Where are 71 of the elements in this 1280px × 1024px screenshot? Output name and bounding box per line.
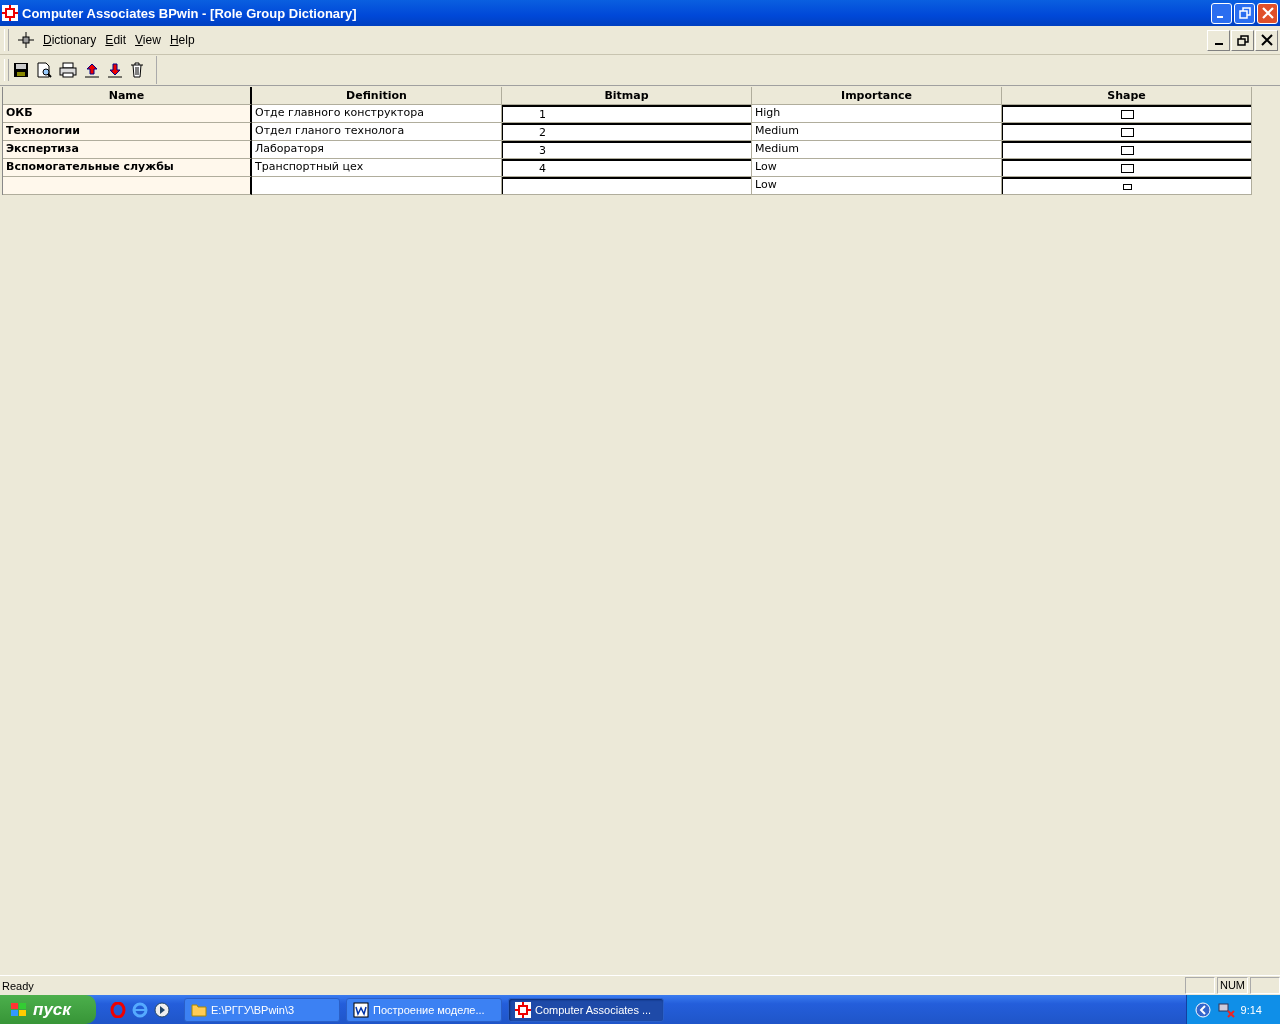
rectangle-shape-icon — [1120, 164, 1134, 173]
definition-cell: Транспортный цех — [252, 159, 502, 177]
shape-field[interactable] — [1002, 177, 1251, 194]
app-logo-icon — [515, 1001, 531, 1018]
minimize-button[interactable] — [1207, 29, 1230, 51]
definition-cell: Отде главного конструктора — [252, 105, 502, 123]
document-icon — [353, 1001, 369, 1018]
close-icon — [1260, 34, 1273, 46]
shape-field[interactable] — [1002, 141, 1251, 158]
menu-item[interactable]: Help — [169, 33, 195, 47]
save-icon[interactable] — [13, 62, 29, 78]
restore-button[interactable] — [1231, 29, 1254, 51]
num-lock-indicator: NUM — [1216, 977, 1248, 994]
column-header[interactable]: Shape — [1002, 87, 1252, 105]
name-cell: ОКБ — [3, 105, 252, 123]
chevron-left-icon[interactable] — [1194, 1001, 1211, 1018]
bitmap-field[interactable]: 2 — [502, 123, 751, 140]
name-cell: Технологии — [3, 123, 252, 141]
rectangle-shape-icon — [1120, 128, 1134, 137]
trash-icon[interactable] — [130, 62, 144, 78]
taskbar-button[interactable]: Computer Associates ... — [508, 997, 664, 1022]
minimize-icon — [1214, 43, 1223, 45]
menu-item[interactable]: Edit — [105, 33, 127, 47]
minimize-icon — [1216, 16, 1223, 18]
media-player-icon[interactable] — [154, 1001, 170, 1018]
column-header[interactable]: Name — [3, 87, 252, 105]
importance-cell: Medium — [755, 124, 799, 137]
windows-flag-icon — [10, 1001, 28, 1018]
crosshair-icon — [18, 32, 34, 48]
importance-cell: Medium — [755, 142, 799, 155]
importance-cell: High — [755, 106, 781, 119]
close-button[interactable] — [1255, 29, 1278, 51]
name-cell: Вспомогательные службы — [3, 159, 252, 177]
clock: 9:14 — [1240, 1003, 1262, 1016]
folder-icon — [191, 1002, 207, 1017]
bitmap-field[interactable]: 1 — [502, 105, 751, 122]
app-logo-icon — [2, 5, 18, 21]
print-preview-icon[interactable] — [36, 62, 52, 78]
menu-item[interactable]: View — [135, 33, 161, 47]
importance-cell: Low — [755, 160, 777, 173]
shape-field[interactable] — [1002, 105, 1251, 122]
window-title: Computer Associates BPwin - [Role Group Dictionary] — [22, 5, 357, 21]
menu-item[interactable]: Dictionary — [43, 33, 97, 47]
close-icon — [1261, 7, 1274, 19]
status-text: Ready — [2, 979, 34, 992]
shape-field[interactable] — [1002, 123, 1251, 140]
column-header[interactable]: Bitmap — [502, 87, 752, 105]
printer-icon[interactable] — [59, 62, 77, 78]
status-pane — [1250, 977, 1280, 994]
definition-cell: Отдел гланого технолога — [252, 123, 502, 141]
taskbar-button[interactable]: Построение моделе... — [346, 997, 502, 1022]
rectangle-shape-icon — [1120, 146, 1134, 155]
browser-icon[interactable] — [132, 1001, 148, 1018]
definition-cell: Лабораторя — [252, 141, 502, 159]
upload-arrow-icon[interactable] — [84, 62, 100, 78]
importance-cell: Low — [755, 178, 777, 191]
shape-field[interactable] — [1002, 159, 1251, 176]
download-arrow-icon[interactable] — [107, 62, 123, 78]
column-header[interactable]: Definition — [252, 87, 502, 105]
restore-icon — [1238, 7, 1251, 19]
bitmap-field[interactable]: 3 — [502, 141, 751, 158]
restore-icon — [1236, 34, 1249, 46]
bitmap-field[interactable]: 4 — [502, 159, 751, 176]
rectangle-shape-icon — [1120, 110, 1134, 119]
taskbar-button[interactable]: E:\РГГУ\BPwin\3 — [184, 997, 340, 1022]
column-header[interactable]: Importance — [752, 87, 1002, 105]
bitmap-field[interactable] — [502, 177, 751, 194]
status-pane — [1184, 977, 1215, 994]
network-disconnected-icon[interactable] — [1216, 1001, 1235, 1018]
name-cell: Экспертиза — [3, 141, 252, 159]
rectangle-shape-icon — [1122, 183, 1132, 190]
